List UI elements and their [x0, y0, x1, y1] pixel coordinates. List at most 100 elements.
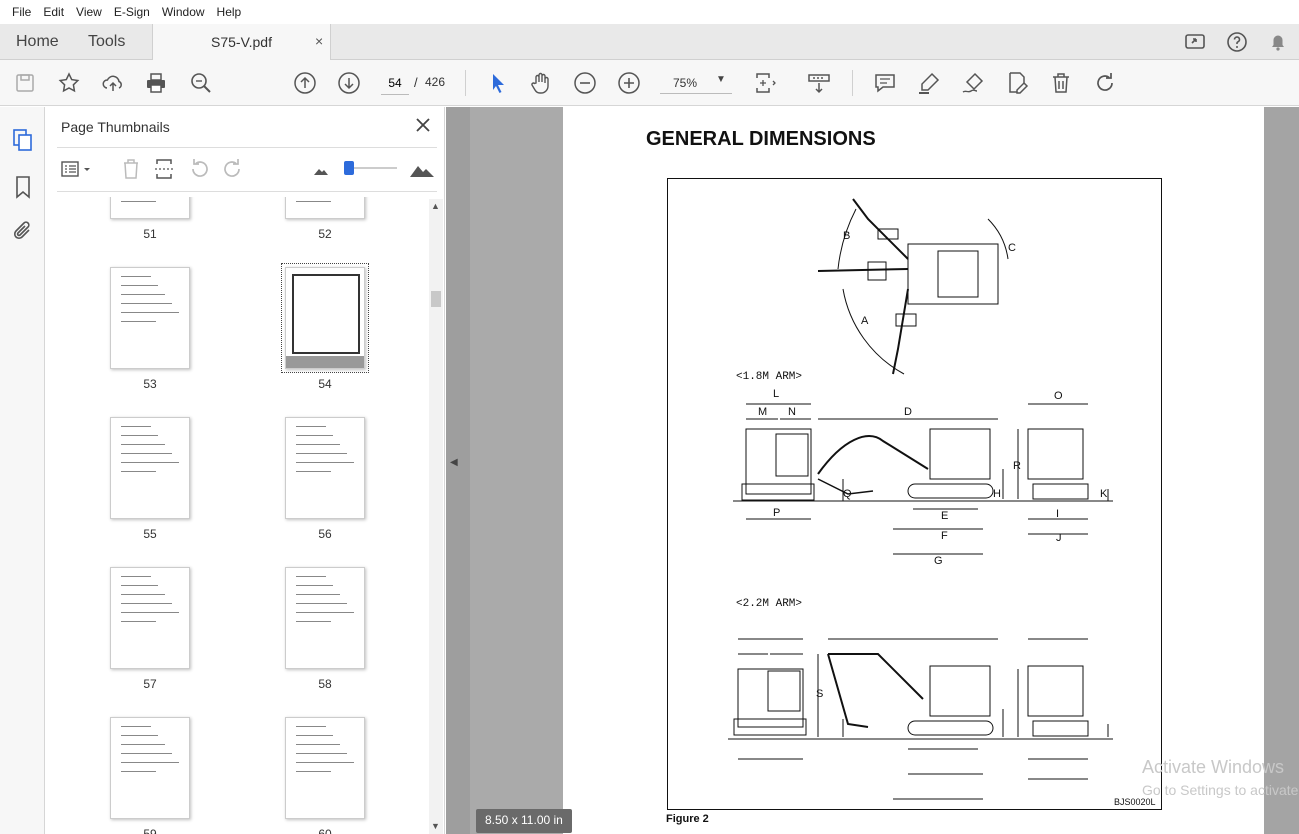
- pdf-page: GENERAL DIMENSIONS A B C D E F G H I J K…: [563, 107, 1264, 834]
- notification-bell-icon[interactable]: [1266, 30, 1290, 54]
- page-thumbnail[interactable]: [110, 267, 190, 369]
- menu-esign[interactable]: E-Sign: [108, 5, 156, 19]
- left-rail: [0, 107, 45, 834]
- thumbnail-size-slider-handle[interactable]: [344, 161, 354, 175]
- main-toolbar: / 426 75% ▼: [0, 60, 1299, 106]
- thumbnail-content-line: [121, 762, 179, 763]
- chevron-down-icon: ▼: [716, 74, 726, 85]
- dimension-label: M: [758, 406, 767, 418]
- tab-document[interactable]: S75-V.pdf ×: [152, 24, 331, 60]
- thumbnail-extract-icon[interactable]: [153, 157, 177, 181]
- print-icon[interactable]: [143, 70, 169, 96]
- page-thumbnails-icon[interactable]: [10, 127, 36, 153]
- select-cursor-icon[interactable]: [485, 70, 511, 96]
- document-view[interactable]: ◀ GENERAL DIMENSIONS A B C D E F G H I J…: [446, 107, 1299, 834]
- edit-pdf-icon[interactable]: [1004, 70, 1030, 96]
- thumbnail-content-line: [296, 426, 326, 427]
- menu-window[interactable]: Window: [156, 5, 211, 19]
- delete-icon[interactable]: [1048, 70, 1074, 96]
- sign-icon[interactable]: [960, 70, 986, 96]
- menu-help[interactable]: Help: [211, 5, 248, 19]
- thumbnail-viewport-overlay: [286, 356, 364, 368]
- page-thumbnail[interactable]: [110, 717, 190, 819]
- page-total: 426: [425, 75, 446, 89]
- thumbnail-content-line: [121, 303, 172, 304]
- zoom-select[interactable]: 75% ▼: [660, 72, 732, 94]
- dimension-label: R: [1013, 460, 1021, 472]
- page-number-input[interactable]: [381, 71, 409, 95]
- rotate-cw-icon[interactable]: [221, 157, 245, 181]
- page-size-indicator: 8.50 x 11.00 in: [476, 809, 572, 833]
- scrollbar-thumb[interactable]: [431, 291, 441, 307]
- collapse-panel-icon[interactable]: ◀: [450, 457, 468, 487]
- page-thumbnail[interactable]: [285, 567, 365, 669]
- thumbnail-content-line: [296, 594, 340, 595]
- fit-page-icon[interactable]: [752, 70, 778, 96]
- excavator-dimensions-drawing: A B C D EF G H IJ K LM N O P Q R S <1.8M ARM> <2.2M ARM…: [728, 198, 1113, 800]
- thumbnail-smaller-icon[interactable]: [309, 157, 333, 181]
- close-tab-icon[interactable]: ×: [315, 33, 323, 49]
- thumbnail-options-icon[interactable]: [59, 157, 95, 181]
- prev-page-icon[interactable]: [292, 70, 318, 96]
- thumbnail-content-line: [296, 603, 347, 604]
- page-thumbnail[interactable]: [285, 197, 365, 219]
- page-thumbnail[interactable]: [281, 263, 369, 373]
- bookmarks-icon[interactable]: [10, 174, 36, 200]
- panel-divider: [57, 147, 437, 148]
- upload-icon[interactable]: [100, 70, 126, 96]
- menu-edit[interactable]: Edit: [37, 5, 70, 19]
- scroll-down-icon[interactable]: ▼: [431, 821, 440, 831]
- thumbnail-page-number: 53: [143, 377, 157, 391]
- thumbnail-list: 51 52 53 54 55 56 57 58 59 60: [45, 197, 429, 834]
- dimension-label: E: [941, 510, 948, 522]
- thumbnail-delete-icon[interactable]: [119, 157, 143, 181]
- page-thumbnail[interactable]: [110, 567, 190, 669]
- arm-label-2: <2.2M ARM>: [736, 598, 802, 610]
- dimension-label: N: [788, 406, 796, 418]
- thumbnail-content-line: [296, 771, 331, 772]
- thumbnail-content-line: [121, 276, 151, 277]
- thumbnail-larger-icon[interactable]: [409, 157, 435, 181]
- toolbar-divider: [465, 70, 466, 96]
- page-thumbnail[interactable]: [285, 717, 365, 819]
- page-thumbnail[interactable]: [110, 197, 190, 219]
- attachments-icon[interactable]: [10, 219, 36, 245]
- rotate-ccw-icon[interactable]: [187, 157, 211, 181]
- thumbnail-content-line: [296, 735, 333, 736]
- thumbnail-content-line: [296, 201, 331, 202]
- tab-tools[interactable]: Tools: [88, 24, 125, 60]
- scroll-mode-icon[interactable]: [806, 70, 832, 96]
- thumbnail-content-line: [296, 453, 347, 454]
- save-icon[interactable]: [12, 70, 38, 96]
- page-thumbnail[interactable]: [285, 417, 365, 519]
- menu-file[interactable]: File: [6, 5, 37, 19]
- hand-icon[interactable]: [528, 70, 554, 96]
- share-screen-icon[interactable]: [1183, 30, 1207, 54]
- comment-icon[interactable]: [872, 70, 898, 96]
- dimension-label: K: [1100, 488, 1108, 500]
- zoom-out-icon[interactable]: [572, 70, 598, 96]
- dimension-label: I: [1056, 508, 1059, 520]
- scroll-up-icon[interactable]: ▲: [431, 201, 440, 211]
- bookmark-star-icon[interactable]: [56, 70, 82, 96]
- next-page-icon[interactable]: [336, 70, 362, 96]
- page-thumbnail[interactable]: [110, 417, 190, 519]
- highlight-icon[interactable]: [916, 70, 942, 96]
- menu-view[interactable]: View: [70, 5, 108, 19]
- dimension-label: Q: [843, 488, 852, 500]
- thumbnail-content-line: [121, 621, 156, 622]
- help-icon[interactable]: [1225, 30, 1249, 54]
- zoom-in-icon[interactable]: [616, 70, 642, 96]
- dimension-label: C: [1008, 242, 1016, 254]
- dimension-label: B: [843, 230, 850, 242]
- thumbnail-content-line: [296, 585, 333, 586]
- find-icon[interactable]: [188, 70, 214, 96]
- rotate-icon[interactable]: [1092, 70, 1118, 96]
- toolbar-divider: [852, 70, 853, 96]
- page-gutter: [470, 107, 563, 834]
- activation-watermark-sub: Go to Settings to activate Windows.: [1142, 782, 1299, 798]
- close-panel-icon[interactable]: [413, 115, 433, 135]
- tab-home[interactable]: Home: [16, 24, 59, 60]
- thumbnail-content-line: [296, 576, 326, 577]
- thumbnail-scrollbar[interactable]: ▲ ▼: [429, 199, 443, 834]
